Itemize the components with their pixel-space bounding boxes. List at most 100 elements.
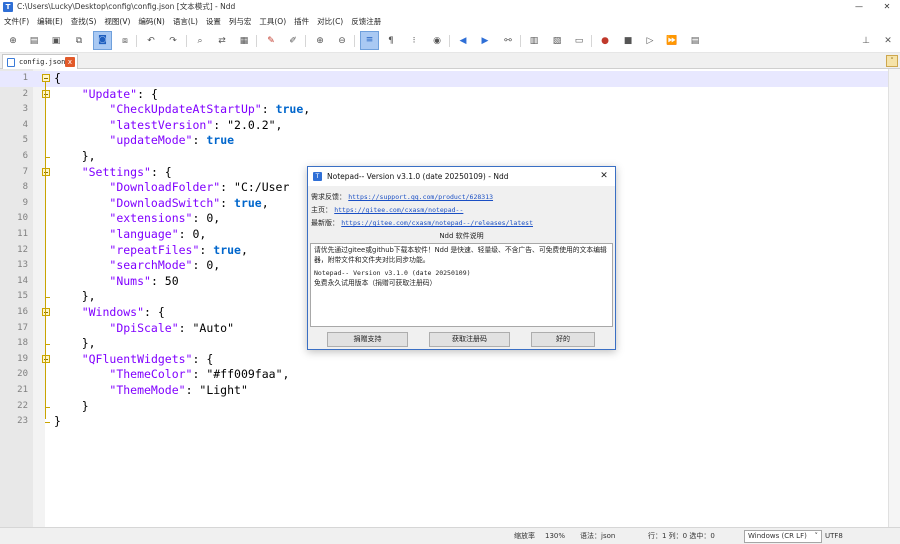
dialog-close-button[interactable]: ✕ (597, 169, 611, 183)
code-text: "Nums": 50 (109, 273, 179, 288)
window-title: C:\Users\Lucky\Desktop\config\config.jso… (17, 2, 236, 11)
editor-line[interactable]: 5 "updateMode": true (0, 133, 888, 149)
play-icon[interactable]: ▷ (643, 34, 657, 48)
fold-end-marker (45, 344, 50, 346)
redo-icon[interactable]: ↷ (166, 34, 180, 48)
tab-config-json[interactable]: config.json x (2, 54, 78, 69)
fold-toggle-icon[interactable] (42, 89, 50, 98)
menu-file[interactable]: 文件(F) (0, 14, 33, 29)
prev-icon[interactable]: ◀ (456, 34, 470, 48)
menu-view[interactable]: 视图(V) (100, 14, 134, 29)
editor-line[interactable]: 23} (0, 414, 888, 430)
highlight-icon[interactable]: ✎ (264, 34, 278, 48)
home-link[interactable]: https://gitee.com/cxasm/notepad-- (334, 206, 463, 214)
ok-button[interactable]: 好的 (531, 332, 595, 347)
close-all-icon[interactable]: ⧈ (118, 34, 132, 48)
column-icon[interactable]: ▥ (527, 34, 541, 48)
open-file-icon[interactable]: ▤ (27, 34, 41, 48)
code-text: }, (54, 149, 96, 163)
code-text: "Update": { (81, 86, 158, 101)
fold-toggle-icon[interactable] (42, 308, 50, 316)
menu-settings[interactable]: 设置 (202, 14, 225, 29)
eol-select[interactable]: Windows (CR LF) ˅ (744, 530, 822, 543)
window-close-icon[interactable]: ✕ (881, 34, 895, 48)
monitor-icon[interactable]: ▭ (572, 34, 586, 48)
zoom-out-icon[interactable]: ⊖ (335, 34, 349, 48)
tab-list-dropdown-icon[interactable]: ˅ (886, 55, 898, 67)
new-file-icon[interactable]: ⊕ (6, 34, 20, 48)
pin-icon[interactable]: ⊥ (859, 34, 873, 48)
description-text: 请优先通过gitee或github下载本软件！Ndd 是快速、轻量级、不含广告、… (314, 246, 607, 264)
code-text: }, (54, 336, 96, 351)
bookmark-icon[interactable]: ▧ (550, 34, 564, 48)
editor-line[interactable]: 6 }, (0, 149, 888, 165)
code-text: "latestVersion": "2.0.2", (109, 117, 283, 132)
dialog-title-bar: T Notepad-- Version v3.1.0 (date 2025010… (308, 167, 615, 186)
next-icon[interactable]: ▶ (478, 34, 492, 48)
line-number: 2 (22, 88, 28, 99)
macro-record-icon[interactable]: ◉ (430, 34, 444, 48)
menu-feedback[interactable]: 反馈注册 (347, 14, 385, 29)
menu-search[interactable]: 查找(S) (67, 14, 101, 29)
code-text: "repeatFiles": true, (109, 242, 248, 257)
code-text: "searchMode": 0, (109, 258, 221, 273)
save-icon[interactable]: ▣ (49, 34, 63, 48)
donate-button[interactable]: 捐赠支持 (327, 332, 408, 347)
fold-toggle-icon[interactable] (42, 167, 50, 176)
record-icon[interactable]: ● (598, 34, 612, 48)
line-number: 18 (17, 338, 28, 349)
clear-highlight-icon[interactable]: ✐ (286, 34, 300, 48)
code-text: "DownloadSwitch": true, (109, 195, 269, 210)
editor-line[interactable]: 21 "ThemeMode": "Light" (0, 383, 888, 399)
feedback-link[interactable]: https://support.qq.com/product/628313 (348, 193, 493, 201)
save-all-icon[interactable]: ⧉ (72, 34, 86, 48)
save-macro-icon[interactable]: ▤ (688, 34, 702, 48)
undo-icon[interactable]: ↶ (144, 34, 158, 48)
line-number: 23 (17, 416, 28, 427)
fold-toggle-icon[interactable] (42, 354, 50, 363)
editor-line[interactable]: 3 "CheckUpdateAtStartUp": true, (0, 102, 888, 118)
replace-icon[interactable]: ⇄ (215, 34, 229, 48)
app-window: T C:\Users\Lucky\Desktop\config\config.j… (0, 0, 900, 544)
editor-line[interactable]: 19 "QFluentWidgets": { (0, 352, 888, 368)
menu-edit[interactable]: 编辑(E) (33, 14, 67, 29)
window-close-button[interactable]: ✕ (876, 0, 898, 14)
editor-line[interactable]: 4 "latestVersion": "2.0.2", (0, 118, 888, 134)
word-wrap-icon[interactable]: ≡ (360, 31, 379, 50)
show-symbols-icon[interactable]: ¶ (384, 34, 398, 48)
get-license-button[interactable]: 获取注册码 (429, 332, 510, 347)
fold-guide (45, 82, 46, 420)
latest-link[interactable]: https://gitee.com/cxasm/notepad--/releas… (341, 219, 533, 227)
compare-icon[interactable]: ⚯ (501, 34, 515, 48)
menu-language[interactable]: 语言(L) (169, 14, 202, 29)
code-text: "QFluentWidgets": { (81, 351, 214, 366)
latest-row: 最新版： https://gitee.com/cxasm/notepad--/r… (311, 218, 533, 228)
minimize-button[interactable]: — (848, 0, 870, 14)
editor-line[interactable]: 1{ (0, 71, 888, 87)
menu-encoding[interactable]: 编码(N) (134, 14, 168, 29)
menu-plugins[interactable]: 插件 (290, 14, 313, 29)
close-icon[interactable]: ◙ (93, 31, 112, 50)
toolbar: ⊕ ▤ ▣ ⧉ ◙ ⧈ ↶ ↷ ⌕ ⇄ ▦ ✎ ✐ ⊕ ⊖ ≡ ¶ ⁝ ◉ ◀ … (0, 29, 900, 53)
editor-line[interactable]: 22 } (0, 399, 888, 415)
play-multiple-icon[interactable]: ⏩ (665, 34, 679, 48)
stop-icon[interactable]: ■ (621, 34, 635, 48)
find-icon[interactable]: ⌕ (193, 34, 207, 48)
editor-line[interactable]: 20 "ThemeColor": "#ff009faa", (0, 367, 888, 383)
line-number: 11 (17, 229, 28, 239)
editor-line[interactable]: 2 "Update": { (0, 87, 888, 103)
indent-guide-icon[interactable]: ⁝ (407, 34, 421, 48)
toolbar-separator (186, 35, 187, 47)
find-in-files-icon[interactable]: ▦ (237, 34, 251, 48)
vertical-scrollbar[interactable] (888, 69, 900, 527)
line-number: 15 (17, 291, 28, 302)
menu-compare[interactable]: 对比(C) (313, 14, 347, 29)
line-number: 7 (22, 166, 28, 177)
tab-close-icon[interactable]: x (65, 57, 75, 67)
zoom-in-icon[interactable]: ⊕ (313, 34, 327, 48)
menu-column-macro[interactable]: 列与宏 (225, 14, 256, 29)
menu-tools[interactable]: 工具(O) (255, 14, 290, 29)
line-number: 14 (17, 275, 28, 286)
description-textbox[interactable]: 请优先通过gitee或github下载本软件！Ndd 是快速、轻量级、不含广告、… (310, 243, 613, 327)
fold-toggle-icon[interactable] (42, 74, 50, 82)
